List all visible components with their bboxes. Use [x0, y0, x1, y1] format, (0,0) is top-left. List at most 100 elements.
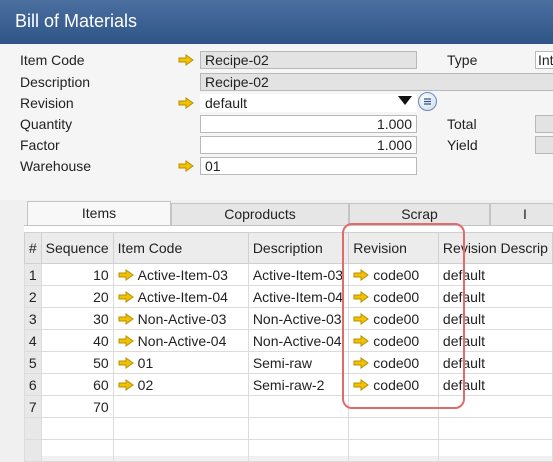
table-row[interactable]: 5 50 01 Semi-raw code00 default [24, 351, 553, 374]
window-title: Bill of Materials [15, 11, 138, 31]
link-arrow-icon[interactable] [118, 291, 134, 303]
column-header-sequence[interactable]: Sequence [40, 232, 114, 264]
link-arrow-icon[interactable] [353, 379, 369, 391]
revision-cell[interactable]: code00 [348, 329, 439, 352]
type-field[interactable]: Int [535, 51, 553, 69]
description-cell[interactable]: Non-Active-04 [247, 329, 350, 352]
revision-cell[interactable]: code00 [348, 285, 439, 308]
revision-cell[interactable]: code00 [348, 351, 439, 374]
link-arrow-icon[interactable] [178, 160, 194, 172]
description-cell[interactable]: Active-Item-03 [247, 263, 350, 286]
empty-cell[interactable] [112, 417, 249, 440]
empty-cell[interactable] [40, 439, 114, 462]
link-arrow-icon[interactable] [353, 313, 369, 325]
column-header-description[interactable]: Description [247, 232, 350, 264]
link-arrow-icon[interactable] [118, 379, 134, 391]
revision-cell[interactable]: code00 [348, 307, 439, 330]
link-arrow-icon[interactable] [353, 357, 369, 369]
sequence-cell[interactable]: 40 [40, 329, 114, 352]
empty-cell[interactable] [348, 439, 439, 462]
empty-cell[interactable] [40, 417, 114, 440]
revision-description-cell[interactable]: default [437, 351, 553, 374]
empty-cell[interactable] [437, 439, 553, 462]
item-code-text: 02 [137, 376, 154, 393]
revision-dropdown[interactable]: default [200, 94, 417, 112]
description-cell[interactable]: Active-Item-04 [247, 285, 350, 308]
empty-cell[interactable] [247, 439, 350, 462]
revision-cell[interactable] [348, 395, 439, 418]
item-code-cell[interactable]: Active-Item-04 [112, 285, 249, 308]
revision-cell[interactable]: code00 [348, 263, 439, 286]
item-code-cell[interactable]: 01 [112, 351, 249, 374]
empty-row[interactable] [24, 439, 553, 462]
empty-cell[interactable] [437, 417, 553, 440]
table-row[interactable]: 3 30 Non-Active-03 Non-Active-03 code00 defau… [24, 307, 553, 330]
revision-text: code00 [373, 354, 420, 371]
empty-cell[interactable] [247, 417, 350, 440]
revision-description-cell[interactable]: default [437, 329, 553, 352]
sequence-cell[interactable]: 60 [40, 373, 114, 396]
table-row[interactable]: 7 70 [24, 395, 553, 418]
yield-field[interactable] [535, 136, 553, 154]
description-cell[interactable]: Semi-raw [247, 351, 350, 374]
link-arrow-icon[interactable] [118, 357, 134, 369]
tab-bar: Items Coproducts Scrap I [0, 200, 553, 226]
item-code-field[interactable]: Recipe-02 [200, 51, 417, 69]
link-arrow-icon[interactable] [353, 335, 369, 347]
item-code-cell[interactable]: 02 [112, 373, 249, 396]
table-row[interactable]: 4 40 Non-Active-04 Non-Active-04 code00 defau… [24, 329, 553, 352]
column-header-revision[interactable]: Revision [348, 232, 439, 264]
revision-description-cell[interactable]: default [437, 307, 553, 330]
link-arrow-icon[interactable] [353, 269, 369, 281]
dropdown-triangle-icon[interactable] [398, 96, 412, 106]
empty-cell[interactable] [348, 417, 439, 440]
link-arrow-icon[interactable] [178, 97, 194, 109]
items-grid: # Sequence Item Code Description Revisio… [24, 232, 553, 462]
sequence-cell[interactable]: 20 [40, 285, 114, 308]
item-code-text: Non-Active-04 [137, 332, 227, 349]
revision-cell[interactable]: code00 [348, 373, 439, 396]
link-arrow-icon[interactable] [118, 335, 134, 347]
link-arrow-icon[interactable] [178, 54, 194, 66]
table-row[interactable]: 6 60 02 Semi-raw-2 code00 default [24, 373, 553, 396]
link-arrow-icon[interactable] [118, 313, 134, 325]
revision-description-cell[interactable]: default [437, 263, 553, 286]
tab-scrap[interactable]: Scrap [349, 203, 490, 226]
warehouse-field[interactable]: 01 [200, 157, 417, 175]
row-number: 5 [24, 351, 42, 374]
column-header-item-code[interactable]: Item Code [112, 232, 249, 264]
item-code-cell[interactable]: Non-Active-04 [112, 329, 249, 352]
item-code-cell[interactable]: Non-Active-03 [112, 307, 249, 330]
item-code-cell[interactable]: Active-Item-03 [112, 263, 249, 286]
item-code-label: Item Code [20, 52, 85, 68]
link-arrow-icon[interactable] [353, 291, 369, 303]
factor-field[interactable]: 1.000 [200, 136, 417, 154]
sequence-cell[interactable]: 10 [40, 263, 114, 286]
tab-items[interactable]: Items [27, 201, 171, 226]
revision-description-cell[interactable] [437, 395, 553, 418]
sequence-cell[interactable]: 70 [40, 395, 114, 418]
sequence-cell[interactable]: 30 [40, 307, 114, 330]
tab-more[interactable]: I [490, 203, 553, 226]
table-row[interactable]: 1 10 Active-Item-03 Active-Item-03 code00 def… [24, 263, 553, 286]
revision-description-cell[interactable]: default [437, 285, 553, 308]
list-button-icon[interactable] [418, 92, 437, 111]
sequence-cell[interactable]: 50 [40, 351, 114, 374]
empty-cell[interactable] [112, 439, 249, 462]
empty-row[interactable] [24, 417, 553, 440]
quantity-field[interactable]: 1.000 [200, 115, 417, 133]
column-header-number[interactable]: # [24, 232, 42, 264]
revision-label: Revision [20, 95, 74, 111]
revision-description-cell[interactable]: default [437, 373, 553, 396]
description-field[interactable]: Recipe-02 [200, 73, 553, 91]
total-field[interactable] [535, 115, 553, 133]
tab-coproducts[interactable]: Coproducts [171, 203, 349, 226]
row-number: 2 [24, 285, 42, 308]
description-cell[interactable]: Non-Active-03 [247, 307, 350, 330]
description-cell[interactable] [247, 395, 350, 418]
link-arrow-icon[interactable] [118, 269, 134, 281]
table-row[interactable]: 2 20 Active-Item-04 Active-Item-04 code00 def… [24, 285, 553, 308]
item-code-cell[interactable] [112, 395, 249, 418]
column-header-revision-description[interactable]: Revision Descrip [437, 232, 553, 264]
description-cell[interactable]: Semi-raw-2 [247, 373, 350, 396]
